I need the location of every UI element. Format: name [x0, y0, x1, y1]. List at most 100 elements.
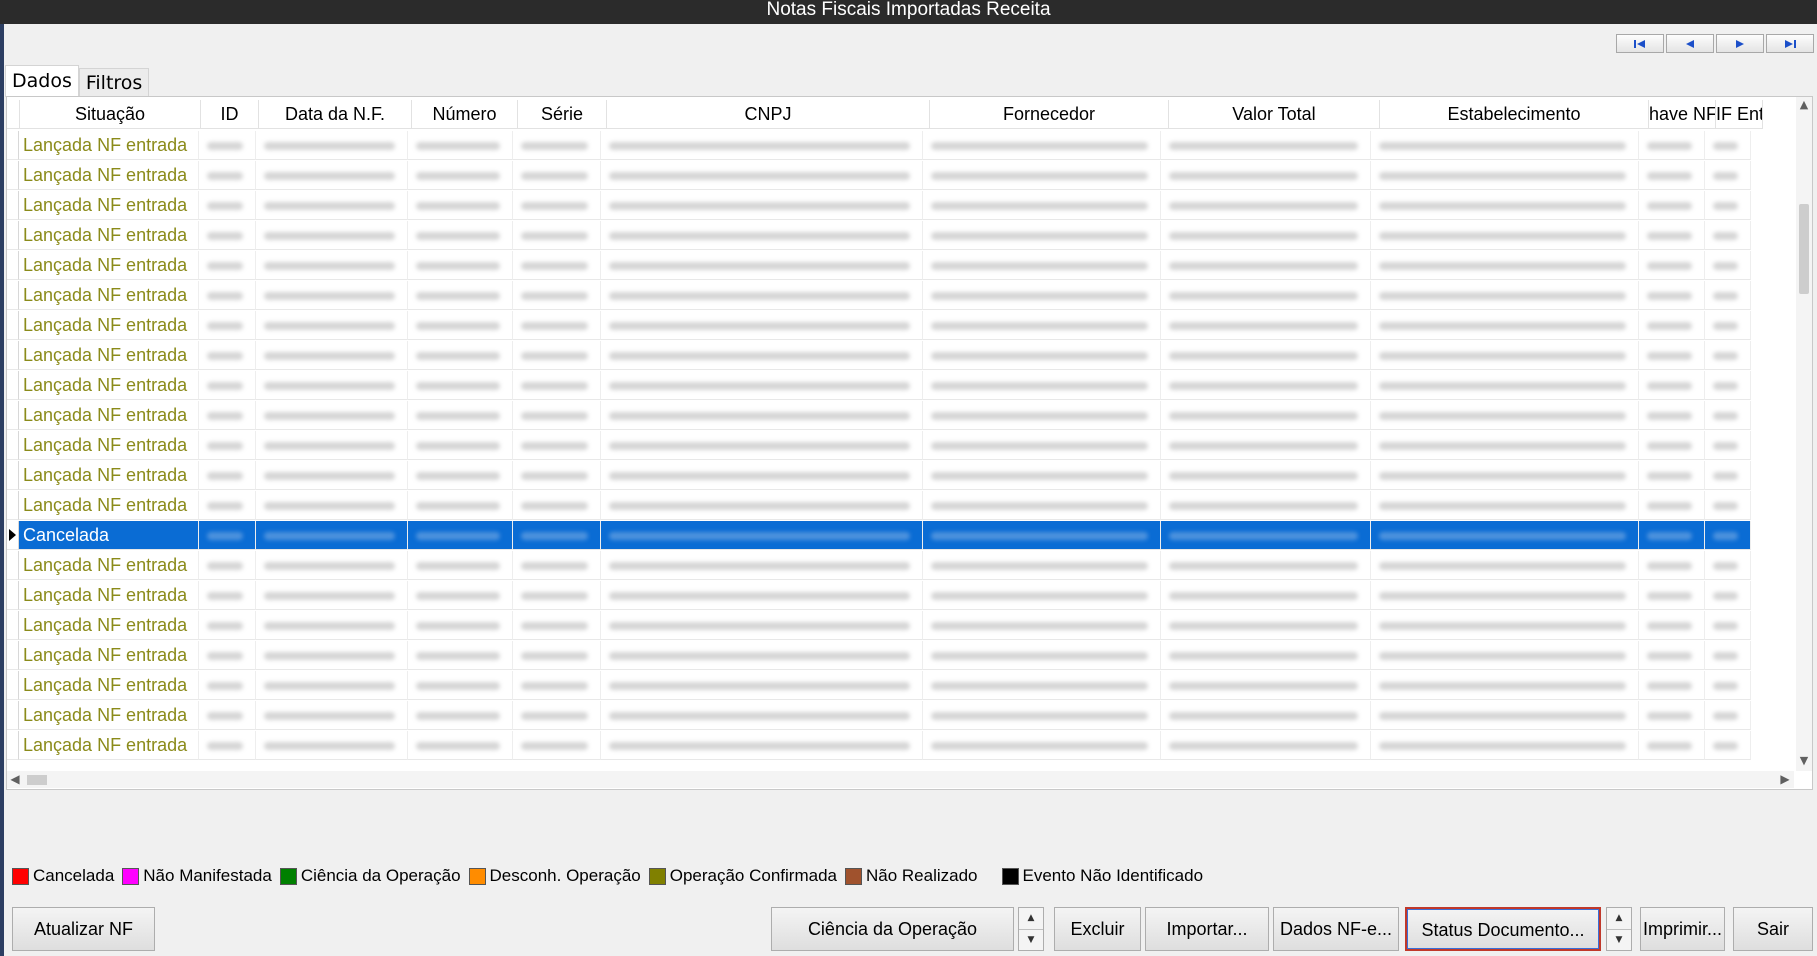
legend-label: Cancelada [33, 866, 115, 885]
ciencia-operacao-spinner[interactable]: ▲ ▼ [1018, 907, 1044, 951]
table-row[interactable]: Lançada NF entrada [7, 491, 1751, 521]
scroll-right-icon[interactable]: ▶ [1777, 771, 1793, 788]
status-documento-button[interactable]: Status Documento... [1405, 907, 1601, 951]
obscured-cell [199, 431, 256, 460]
obscured-cell [408, 431, 513, 460]
situacao-cell: Lançada NF entrada [19, 341, 199, 370]
vertical-scrollbar[interactable]: ▲ ▼ [1796, 97, 1812, 771]
next-record-button[interactable] [1716, 34, 1764, 53]
excluir-button[interactable]: Excluir [1054, 907, 1141, 951]
horizontal-scrollbar[interactable]: ◀ ▶ [7, 771, 1794, 788]
column-header-situacao[interactable]: Situação [20, 100, 201, 129]
imprimir-button[interactable]: Imprimir... [1640, 907, 1725, 951]
column-header-fornecedor[interactable]: Fornecedor [930, 100, 1169, 129]
scroll-up-icon[interactable]: ▲ [1796, 97, 1812, 113]
obscured-cell [1639, 461, 1705, 490]
obscured-cell [1371, 311, 1639, 340]
spinner-down-icon[interactable]: ▼ [1019, 930, 1043, 951]
table-row[interactable]: Lançada NF entrada [7, 371, 1751, 401]
horizontal-scroll-thumb[interactable] [27, 775, 47, 785]
spinner-up-icon[interactable]: ▲ [1019, 908, 1043, 930]
table-row[interactable]: Lançada NF entrada [7, 671, 1751, 701]
column-header-estabelecimento[interactable]: Estabelecimento [1380, 100, 1649, 129]
table-row[interactable]: Lançada NF entrada [7, 221, 1751, 251]
situacao-cell: Lançada NF entrada [19, 491, 199, 520]
table-row[interactable]: Lançada NF entrada [7, 131, 1751, 161]
column-header-valor-total[interactable]: Valor Total [1169, 100, 1380, 129]
table-row[interactable]: Cancelada [7, 521, 1751, 551]
table-row[interactable]: Lançada NF entrada [7, 341, 1751, 371]
obscured-cell [923, 191, 1161, 220]
column-header-numero[interactable]: Número [412, 100, 518, 129]
table-row[interactable]: Lançada NF entrada [7, 731, 1751, 761]
obscured-cell [1161, 341, 1371, 370]
table-row[interactable]: Lançada NF entrada [7, 611, 1751, 641]
obscured-cell [408, 611, 513, 640]
obscured-cell [1705, 311, 1751, 340]
table-row[interactable]: Lançada NF entrada [7, 281, 1751, 311]
table-row[interactable]: Lançada NF entrada [7, 311, 1751, 341]
status-documento-spinner[interactable]: ▲ ▼ [1606, 907, 1632, 951]
scroll-down-icon[interactable]: ▼ [1796, 753, 1812, 769]
obscured-cell [1705, 701, 1751, 730]
spinner-down-icon[interactable]: ▼ [1607, 930, 1631, 951]
table-row[interactable]: Lançada NF entrada [7, 581, 1751, 611]
obscured-cell [601, 461, 923, 490]
table-row[interactable]: Lançada NF entrada [7, 431, 1751, 461]
obscured-cell [923, 611, 1161, 640]
obscured-cell [923, 341, 1161, 370]
obscured-cell [513, 701, 601, 730]
tab-filtros[interactable]: Filtros [78, 68, 150, 97]
obscured-cell [601, 551, 923, 580]
obscured-cell [1371, 341, 1639, 370]
column-header-id[interactable]: ID [201, 100, 259, 129]
obscured-cell [923, 281, 1161, 310]
obscured-cell [408, 401, 513, 430]
first-record-button[interactable] [1616, 34, 1664, 53]
obscured-cell [1161, 131, 1371, 160]
record-navigator [1614, 34, 1814, 53]
table-row[interactable]: Lançada NF entrada [7, 161, 1751, 191]
obscured-cell [1639, 491, 1705, 520]
atualizar-nf-button[interactable]: Atualizar NF [12, 907, 155, 951]
table-row[interactable]: Lançada NF entrada [7, 551, 1751, 581]
dados-nfe-button[interactable]: Dados NF-e... [1273, 907, 1399, 951]
situacao-cell: Lançada NF entrada [19, 731, 199, 760]
obscured-cell [408, 131, 513, 160]
table-row[interactable]: Lançada NF entrada [7, 251, 1751, 281]
obscured-cell [256, 221, 408, 250]
column-header-serie[interactable]: Série [518, 100, 607, 129]
column-header-chave-nf[interactable]: have NF [1649, 100, 1716, 129]
notas-grid[interactable]: Situação ID Data da N.F. Número Série CN… [6, 96, 1813, 790]
obscured-cell [1639, 551, 1705, 580]
table-row[interactable]: Lançada NF entrada [7, 701, 1751, 731]
row-indicator-header [7, 100, 20, 129]
table-row[interactable]: Lançada NF entrada [7, 641, 1751, 671]
obscured-cell [513, 311, 601, 340]
table-row[interactable]: Lançada NF entrada [7, 401, 1751, 431]
importar-button[interactable]: Importar... [1145, 907, 1269, 951]
obscured-cell [513, 671, 601, 700]
column-header-cnpj[interactable]: CNPJ [607, 100, 930, 129]
ciencia-operacao-button[interactable]: Ciência da Operação [771, 907, 1014, 951]
obscured-cell [256, 521, 408, 550]
table-row[interactable]: Lançada NF entrada [7, 461, 1751, 491]
column-header-nf-ent[interactable]: IF Ent [1716, 100, 1763, 129]
sair-button[interactable]: Sair [1733, 907, 1813, 951]
vertical-scroll-thumb[interactable] [1799, 204, 1809, 294]
obscured-cell [256, 701, 408, 730]
obscured-cell [601, 701, 923, 730]
last-record-button[interactable] [1766, 34, 1814, 53]
obscured-cell [408, 251, 513, 280]
legend-label: Operação Confirmada [669, 866, 837, 885]
obscured-cell [408, 551, 513, 580]
previous-record-button[interactable] [1666, 34, 1714, 53]
column-header-data[interactable]: Data da N.F. [259, 100, 412, 129]
tab-dados[interactable]: Dados [5, 65, 79, 97]
obscured-cell [1371, 251, 1639, 280]
scroll-left-icon[interactable]: ◀ [7, 771, 23, 788]
table-row[interactable]: Lançada NF entrada [7, 191, 1751, 221]
obscured-cell [1639, 251, 1705, 280]
obscured-cell [601, 341, 923, 370]
spinner-up-icon[interactable]: ▲ [1607, 908, 1631, 930]
